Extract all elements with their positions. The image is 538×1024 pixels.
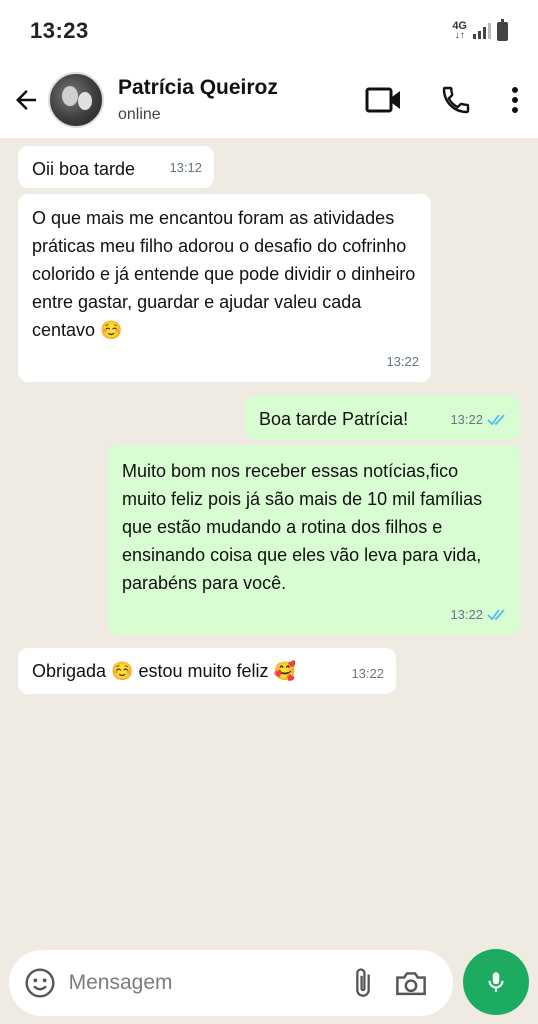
mic-icon xyxy=(488,972,504,992)
status-bar: 13:23 4G ↓↑ xyxy=(0,0,538,62)
signal-icon xyxy=(473,23,491,39)
message-text: Boa tarde Patrícia! xyxy=(259,409,409,429)
message-text: O que mais me encantou foram as atividad… xyxy=(32,208,416,340)
message-incoming[interactable]: O que mais me encantou foram as atividad… xyxy=(18,194,431,382)
chat-header: Patrícia Queiroz online xyxy=(0,62,538,138)
emoji-icon xyxy=(25,968,55,998)
read-ticks-icon xyxy=(487,414,505,426)
network-4g-icon: 4G ↓↑ xyxy=(452,20,467,41)
camera-button[interactable] xyxy=(387,950,435,1016)
message-outgoing[interactable]: Boa tarde Patrícia! 13:22 xyxy=(245,396,521,440)
attach-button[interactable] xyxy=(340,950,388,1016)
message-incoming[interactable]: Oii boa tarde 13:12 xyxy=(18,146,214,188)
message-time: 13:22 xyxy=(386,354,419,369)
back-arrow-icon xyxy=(16,90,36,110)
chat-area[interactable]: Oii boa tarde 13:12 O que mais me encant… xyxy=(0,138,538,938)
message-meta: 13:12 xyxy=(169,154,202,182)
video-call-button[interactable] xyxy=(348,62,420,138)
message-time: 13:12 xyxy=(169,160,202,175)
contact-status: online xyxy=(118,106,161,123)
call-button[interactable] xyxy=(420,62,492,138)
camera-icon xyxy=(396,972,427,996)
message-time: 13:22 xyxy=(450,607,483,622)
message-time: 13:22 xyxy=(450,412,483,427)
message-meta: 13:22 xyxy=(351,660,384,688)
read-ticks-icon xyxy=(487,609,505,621)
message-incoming[interactable]: Obrigada ☺️ estou muito feliz 🥰 13:22 xyxy=(18,648,396,694)
contact-name: Patrícia Queiroz xyxy=(118,76,278,99)
video-call-icon xyxy=(365,87,400,113)
message-text: Obrigada ☺️ estou muito feliz 🥰 xyxy=(32,661,296,681)
message-outgoing[interactable]: Muito bom nos receber essas notícias,fic… xyxy=(108,445,521,635)
back-button[interactable] xyxy=(2,62,50,138)
more-vert-icon xyxy=(512,87,518,113)
battery-icon xyxy=(497,18,508,41)
status-icons: 4G ↓↑ xyxy=(452,18,508,41)
attach-icon xyxy=(356,968,371,997)
message-text: Oii boa tarde xyxy=(32,159,136,179)
message-meta: 13:22 xyxy=(450,601,509,629)
voice-message-button[interactable] xyxy=(463,949,529,1015)
more-options-button[interactable] xyxy=(492,62,538,138)
message-composer xyxy=(9,950,453,1016)
avatar[interactable] xyxy=(48,72,104,128)
phone-icon xyxy=(442,86,470,114)
status-time: 13:23 xyxy=(30,18,89,43)
message-time: 13:22 xyxy=(351,666,384,681)
message-meta: 13:22 xyxy=(450,406,509,434)
message-text: Muito bom nos receber essas notícias,fic… xyxy=(122,461,483,593)
message-meta: 13:22 xyxy=(386,348,419,376)
emoji-button[interactable] xyxy=(11,950,69,1016)
message-input[interactable] xyxy=(68,971,340,995)
contact-info[interactable]: Patrícia Queiroz online xyxy=(118,76,348,124)
